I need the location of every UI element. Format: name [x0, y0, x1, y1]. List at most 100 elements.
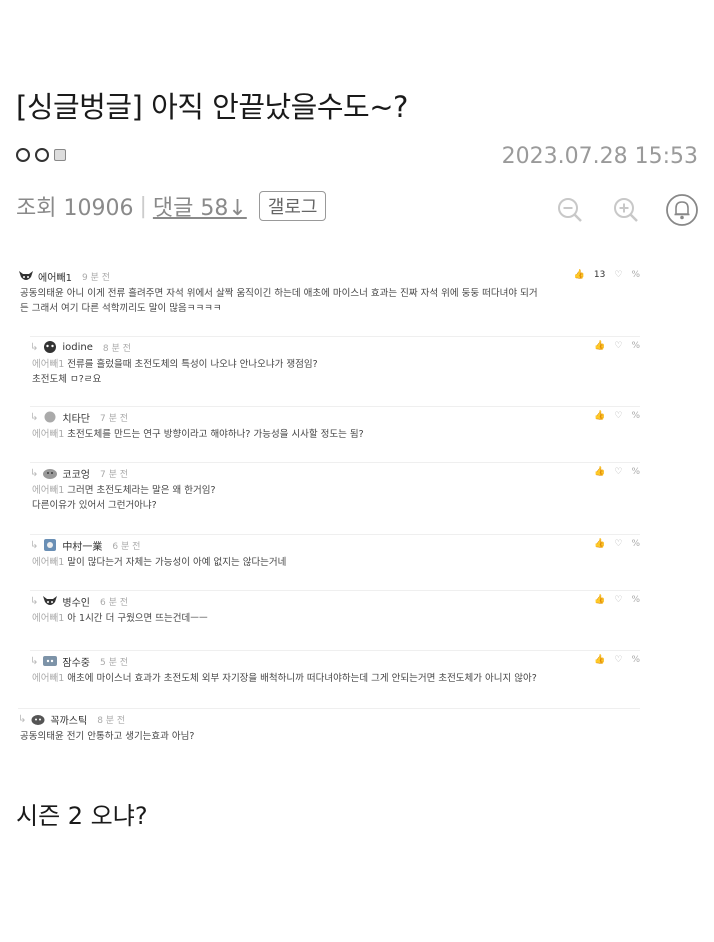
commenter-name[interactable]: iodine [62, 342, 93, 353]
thumbs-down-icon[interactable]: ♡ [614, 467, 622, 477]
comment-body: 공동의태윤 아니 이게 전류 흘려주면 자석 위에서 살짝 움직이긴 하는데 애… [18, 286, 640, 316]
comment-header: ↳ 치타단 7 분 전 [30, 407, 640, 427]
reply-arrow-icon: ↳ [30, 595, 39, 607]
thumbs-down-icon[interactable]: ♡ [614, 595, 622, 605]
post-tools [552, 192, 700, 228]
like-count: 13 [593, 270, 606, 280]
commenter-name[interactable]: 에어빼1 [38, 269, 72, 284]
character-avatar-icon [42, 538, 58, 552]
comment-text: 공동의태윤 아니 이게 전류 흘려주면 자석 위에서 살짝 움직이긴 하는데 애… [20, 288, 538, 299]
comment-time: 8 분 전 [97, 715, 126, 726]
comment-actions: 👍 ♡ % [594, 467, 640, 477]
commenter-name[interactable]: 꼭까스틱 [50, 712, 87, 727]
author-badge-icon [54, 149, 66, 161]
thumbs-down-icon[interactable]: ♡ [614, 341, 622, 351]
share-icon[interactable]: % [631, 341, 640, 351]
comment-body: 에어빼1 그러면 초전도체라는 말은 왜 한거임? 다른이유가 있어서 그런거아냐… [30, 483, 640, 513]
commenter-name[interactable]: 치타단 [62, 410, 90, 425]
comment-header: 에어빼1 9 분 전 [18, 266, 640, 286]
share-icon[interactable]: % [631, 270, 640, 280]
comment-time: 7 분 전 [100, 413, 129, 424]
comment-text: 초전도체를 만드는 연구 방향이라고 해야하나? 가능성을 시사할 정도는 됨? [67, 429, 364, 440]
reply-arrow-icon: ↳ [18, 713, 27, 725]
reply-arrow-icon: ↳ [30, 655, 39, 667]
share-icon[interactable]: % [631, 539, 640, 549]
zoom-in-icon[interactable] [608, 192, 644, 228]
thumbs-up-icon[interactable]: 👍 [594, 595, 605, 605]
reply-arrow-icon: ↳ [30, 341, 39, 353]
comment-header: ↳ 中村一業 6 분 전 [30, 535, 640, 555]
comment-text: 공동의태윤 전기 안통하고 생기는효과 아님? [20, 731, 195, 742]
share-icon[interactable]: % [631, 595, 640, 605]
circle-avatar-icon [42, 410, 58, 424]
comment-time: 8 분 전 [102, 343, 131, 354]
comment-time: 7 분 전 [100, 469, 129, 480]
thumbs-down-icon[interactable]: ♡ [614, 270, 622, 280]
thumbs-down-icon[interactable]: ♡ [614, 539, 622, 549]
comment-actions: 👍 ♡ % [594, 655, 640, 665]
thumbs-down-icon[interactable]: ♡ [614, 411, 622, 421]
comment-actions: 👍 ♡ % [594, 539, 640, 549]
thumbs-up-icon[interactable]: 👍 [594, 655, 605, 665]
share-icon[interactable]: % [631, 655, 640, 665]
commenter-name[interactable]: 잠수중 [62, 654, 90, 669]
comment: ↳ 꼭까스틱 8 분 전 공동의태윤 전기 안통하고 생기는효과 아님? [18, 708, 640, 744]
share-icon[interactable]: % [631, 411, 640, 421]
comment-body: 에어빼1 초전도체를 만드는 연구 방향이라고 해야하나? 가능성을 시사할 정도… [30, 427, 640, 442]
comment-header: ↳ iodine 8 분 전 [30, 337, 640, 357]
dog-avatar-icon [30, 712, 46, 726]
post-date: 2023.07.28 15:53 [501, 144, 698, 169]
comment-time: 5 분 전 [100, 657, 129, 668]
comment-reply: ↳ iodine 8 분 전 👍 ♡ % 에어빼1 전류를 흘렀을때 초전도체의 … [30, 336, 640, 387]
comment-text: 다른이유가 있어서 그런거아냐? [32, 500, 157, 511]
comment-actions: 👍 13 ♡ % [574, 270, 640, 280]
post-title: [싱글벙글] 아직 안끝났을수도~? [16, 90, 408, 124]
dog-avatar-icon [18, 269, 34, 283]
commenter-name[interactable]: 코코엉 [62, 466, 90, 481]
commenter-name[interactable]: 병수인 [62, 594, 90, 609]
commenter-name[interactable]: 中村一業 [62, 538, 102, 553]
mention-name: 에어빼1 [32, 429, 65, 440]
comment-text: 든 그래서 여기 다른 석학끼리도 말이 많음ㅋㅋㅋㅋ [20, 303, 222, 314]
bear-avatar-icon [42, 340, 58, 354]
seal-avatar-icon [42, 466, 58, 480]
comment-header: ↳ 코코엉 7 분 전 [30, 463, 640, 483]
mention-name: 에어빼1 [32, 673, 65, 684]
thumbs-down-icon[interactable]: ♡ [614, 655, 622, 665]
comment-reply: ↳ 잠수중 5 분 전 👍 ♡ % 에어빼1 애초에 마이스너 효과가 초전도체 … [30, 650, 640, 686]
meta-divider: | [139, 193, 147, 219]
comment-text: 그러면 초전도체라는 말은 왜 한거임? [67, 485, 216, 496]
reply-arrow-icon: ↳ [30, 539, 39, 551]
thumbs-up-icon[interactable]: 👍 [594, 411, 605, 421]
comment-header: ↳ 잠수중 5 분 전 [30, 651, 640, 671]
share-icon[interactable]: % [631, 467, 640, 477]
comment: 에어빼1 9 분 전 👍 13 ♡ % 공동의태윤 아니 이게 전류 흘려주면 … [18, 266, 640, 316]
comment-text: 아 1시간 더 구웠으면 뜨는건데ㅡㅡ [67, 613, 208, 624]
character-avatar-icon [42, 654, 58, 668]
comment-count-link[interactable]: 댓글 58↓ [153, 190, 247, 222]
comment-reply: ↳ 치타단 7 분 전 👍 ♡ % 에어빼1 초전도체를 만드는 연구 방향이라고… [30, 406, 640, 442]
gallog-button[interactable]: 갤로그 [258, 191, 327, 221]
comment-header: ↳ 꼭까스틱 8 분 전 [18, 709, 640, 729]
comment-text: 말이 많다는거 자체는 가능성이 아예 없지는 않다는거네 [67, 557, 287, 568]
thumbs-up-icon[interactable]: 👍 [594, 539, 605, 549]
comment-time: 9 분 전 [81, 272, 110, 283]
mention-name: 에어빼1 [32, 557, 65, 568]
zoom-out-icon[interactable] [552, 192, 588, 228]
author-info[interactable] [16, 148, 66, 162]
comment-actions: 👍 ♡ % [594, 411, 640, 421]
comment-actions: 👍 ♡ % [594, 595, 640, 605]
thumbs-up-icon[interactable]: 👍 [594, 467, 605, 477]
bell-icon[interactable] [664, 192, 700, 228]
comment-body: 에어빼1 말이 많다는거 자체는 가능성이 아예 없지는 않다는거네 [30, 555, 640, 570]
thumbs-up-icon[interactable]: 👍 [594, 341, 605, 351]
comment-reply: ↳ 中村一業 6 분 전 👍 ♡ % 에어빼1 말이 많다는거 자체는 가능성이 … [30, 534, 640, 570]
reply-arrow-icon: ↳ [30, 467, 39, 479]
view-count: 조회 10906 [16, 196, 134, 221]
comment-header: ↳ 병수인 6 분 전 [30, 591, 640, 611]
comment-body: 공동의태윤 전기 안통하고 생기는효과 아님? [18, 729, 640, 744]
thumbs-up-icon[interactable]: 👍 [574, 270, 585, 280]
mention-name: 에어빼1 [32, 613, 65, 624]
comment-reply: ↳ 병수인 6 분 전 👍 ♡ % 에어빼1 아 1시간 더 구웠으면 뜨는건데ㅡ… [30, 590, 640, 626]
dog-avatar-icon [42, 594, 58, 608]
